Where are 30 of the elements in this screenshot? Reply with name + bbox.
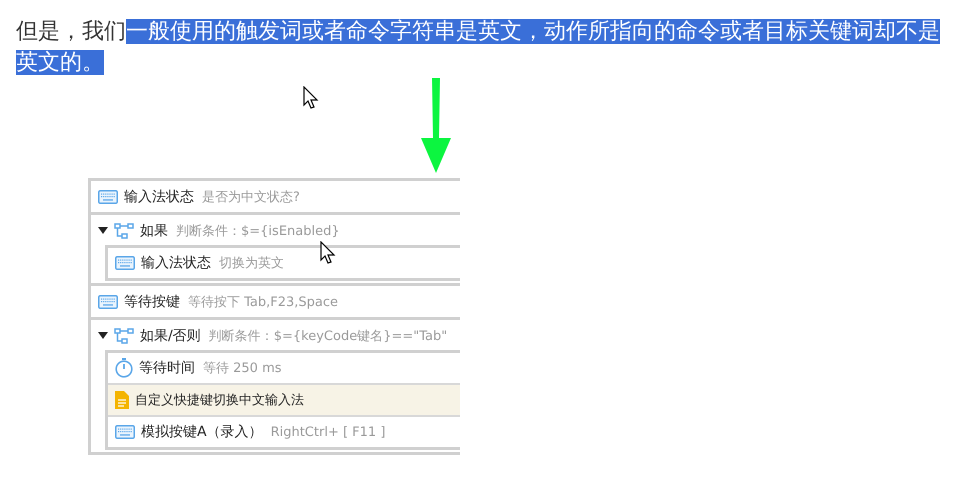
step-title: 等待时间 [139, 359, 195, 377]
flowchart-icon [114, 222, 134, 238]
step-title: 如果/否则 [140, 326, 201, 344]
cursor-icon [320, 241, 336, 265]
step-detail: RightCtrl+ [ F11 ] [270, 424, 386, 440]
step-title: 输入法状态 [141, 254, 211, 272]
caret-icon[interactable] [98, 227, 108, 234]
flowchart-icon [114, 328, 134, 344]
step-detail: 判断条件：$={isEnabled} [176, 222, 340, 240]
step-detail: 判断条件：$={keyCode键名}=="Tab" [208, 328, 448, 344]
cursor-icon [303, 86, 319, 110]
keyboard-icon [98, 294, 118, 308]
keyboard-icon [115, 256, 135, 270]
keyboard-icon [115, 425, 135, 439]
step-title: 等待按键 [124, 292, 180, 310]
step-detail: 是否为中文状态? [202, 188, 300, 206]
step-detail: 等待按下 Tab,F23,Space [188, 294, 338, 310]
step-title: 模拟按键A（录入） [141, 423, 263, 441]
step-detail: 切换为英文 [219, 255, 284, 272]
arrow-icon [420, 78, 452, 174]
keyboard-icon [98, 190, 118, 204]
step-detail: 等待 250 ms [203, 360, 282, 377]
paragraph: 但是，我们一般使用的触发词或者命令字符串是英文，动作所指向的命令或者目标关键词却不是英文的。 [16, 18, 941, 77]
document-icon [115, 391, 129, 409]
stopwatch-icon [115, 358, 133, 378]
comment-row[interactable]: 自定义快捷键切换中文输入法 [108, 385, 460, 417]
step-title: 自定义快捷键切换中文输入法 [135, 392, 304, 409]
caret-icon[interactable] [98, 332, 108, 339]
step-title: 如果 [140, 222, 168, 240]
step-title: 输入法状态 [124, 188, 194, 206]
